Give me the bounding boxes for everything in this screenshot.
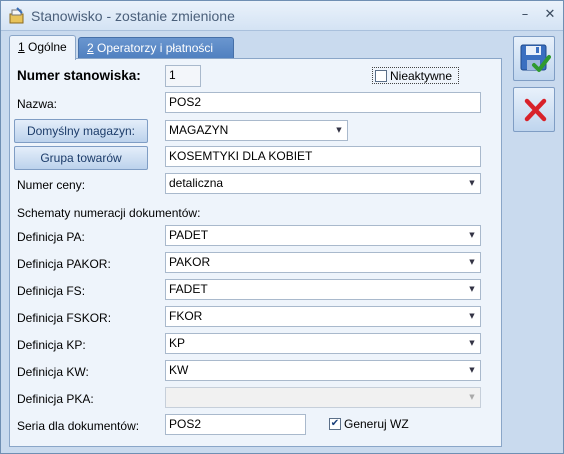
tab-operatorzy[interactable]: 2 Operatorzy i płatności: [78, 37, 234, 59]
def-pakor-value: PAKOR: [169, 255, 211, 269]
app-icon: [9, 7, 24, 24]
magazyn-button-label: Domyślny magazyn:: [26, 124, 136, 138]
def-pakor-label: Definicja PAKOR:: [17, 257, 111, 271]
def-kw-select[interactable]: KW ▼: [165, 360, 481, 381]
schematy-label: Schematy numeracji dokumentów:: [17, 206, 201, 220]
def-kw-value: KW: [169, 363, 189, 377]
cena-value: detaliczna: [169, 176, 224, 190]
grupa-button-label: Grupa towarów: [40, 151, 122, 165]
chevron-down-icon: ▼: [469, 366, 475, 374]
def-fskor-value: FKOR: [169, 309, 203, 323]
chevron-down-icon: ▼: [469, 285, 475, 293]
def-pa-value: PADET: [169, 228, 209, 242]
window-title: Stanowisko - zostanie zmienione: [31, 8, 235, 24]
numer-field[interactable]: 1: [165, 65, 201, 87]
def-pakor-select[interactable]: PAKOR ▼: [165, 252, 481, 273]
save-icon: [520, 44, 551, 72]
def-kp-select[interactable]: KP ▼: [165, 333, 481, 354]
cena-label: Numer ceny:: [17, 178, 86, 192]
def-pka-select: ▼: [165, 387, 481, 408]
general-panel: Numer stanowiska: 1 Nieaktywne Nazwa: PO…: [9, 58, 502, 447]
generuj-wz-checkbox[interactable]: ✔: [329, 418, 341, 430]
tab-hotkey: 2: [87, 41, 94, 55]
nazwa-input[interactable]: POS2: [165, 92, 481, 113]
nieaktywne-checkbox[interactable]: [375, 70, 387, 82]
magazyn-button[interactable]: Domyślny magazyn:: [14, 119, 148, 143]
cena-select[interactable]: detaliczna ▼: [165, 173, 481, 194]
tab-ogolne[interactable]: 1 Ogólne: [9, 35, 76, 60]
save-button[interactable]: [513, 36, 555, 81]
cancel-icon: [524, 98, 547, 122]
cancel-button[interactable]: [513, 87, 555, 132]
def-kw-label: Definicja KW:: [17, 365, 89, 379]
chevron-down-icon: ▼: [469, 312, 475, 320]
def-pa-select[interactable]: PADET ▼: [165, 225, 481, 246]
numer-label: Numer stanowiska:: [17, 68, 141, 83]
grupa-button[interactable]: Grupa towarów: [14, 146, 148, 170]
chevron-down-icon: ▼: [469, 179, 475, 187]
close-button[interactable]: ✕: [541, 6, 559, 24]
def-pka-label: Definicja PKA:: [17, 392, 94, 406]
tab-hotkey: 1: [18, 40, 25, 54]
numer-value: 1: [169, 68, 176, 82]
magazyn-value: MAGAZYN: [169, 123, 229, 137]
generuj-wz-label: Generuj WZ: [344, 417, 409, 431]
grupa-input[interactable]: KOSEMTYKI DLA KOBIET: [165, 146, 481, 167]
chevron-down-icon: ▼: [469, 393, 475, 401]
seria-value: POS2: [169, 417, 202, 431]
nazwa-value: POS2: [169, 95, 202, 109]
def-fs-label: Definicja FS:: [17, 284, 86, 298]
chevron-down-icon: ▼: [469, 231, 475, 239]
magazyn-select[interactable]: MAGAZYN ▼: [165, 120, 348, 141]
seria-input[interactable]: POS2: [165, 414, 306, 435]
nieaktywne-label: Nieaktywne: [390, 69, 453, 83]
chevron-down-icon: ▼: [469, 339, 475, 347]
def-fs-value: FADET: [169, 282, 208, 296]
title-bar: Stanowisko - zostanie zmienione – ✕: [1, 1, 563, 31]
chevron-down-icon: ▼: [469, 258, 475, 266]
grupa-value: KOSEMTYKI DLA KOBIET: [169, 149, 313, 163]
chevron-down-icon: ▼: [336, 126, 342, 134]
dialog-window: Stanowisko - zostanie zmienione – ✕ 1 Og…: [0, 0, 564, 454]
seria-label: Seria dla dokumentów:: [17, 419, 140, 433]
def-fskor-select[interactable]: FKOR ▼: [165, 306, 481, 327]
def-fs-select[interactable]: FADET ▼: [165, 279, 481, 300]
minimize-button[interactable]: –: [516, 6, 534, 24]
def-fskor-label: Definicja FSKOR:: [17, 311, 112, 325]
nazwa-label: Nazwa:: [17, 97, 58, 111]
tab-label: Ogólne: [24, 40, 67, 54]
tab-label: Operatorzy i płatności: [93, 41, 214, 55]
def-kp-label: Definicja KP:: [17, 338, 86, 352]
def-pa-label: Definicja PA:: [17, 230, 85, 244]
def-kp-value: KP: [169, 336, 186, 350]
